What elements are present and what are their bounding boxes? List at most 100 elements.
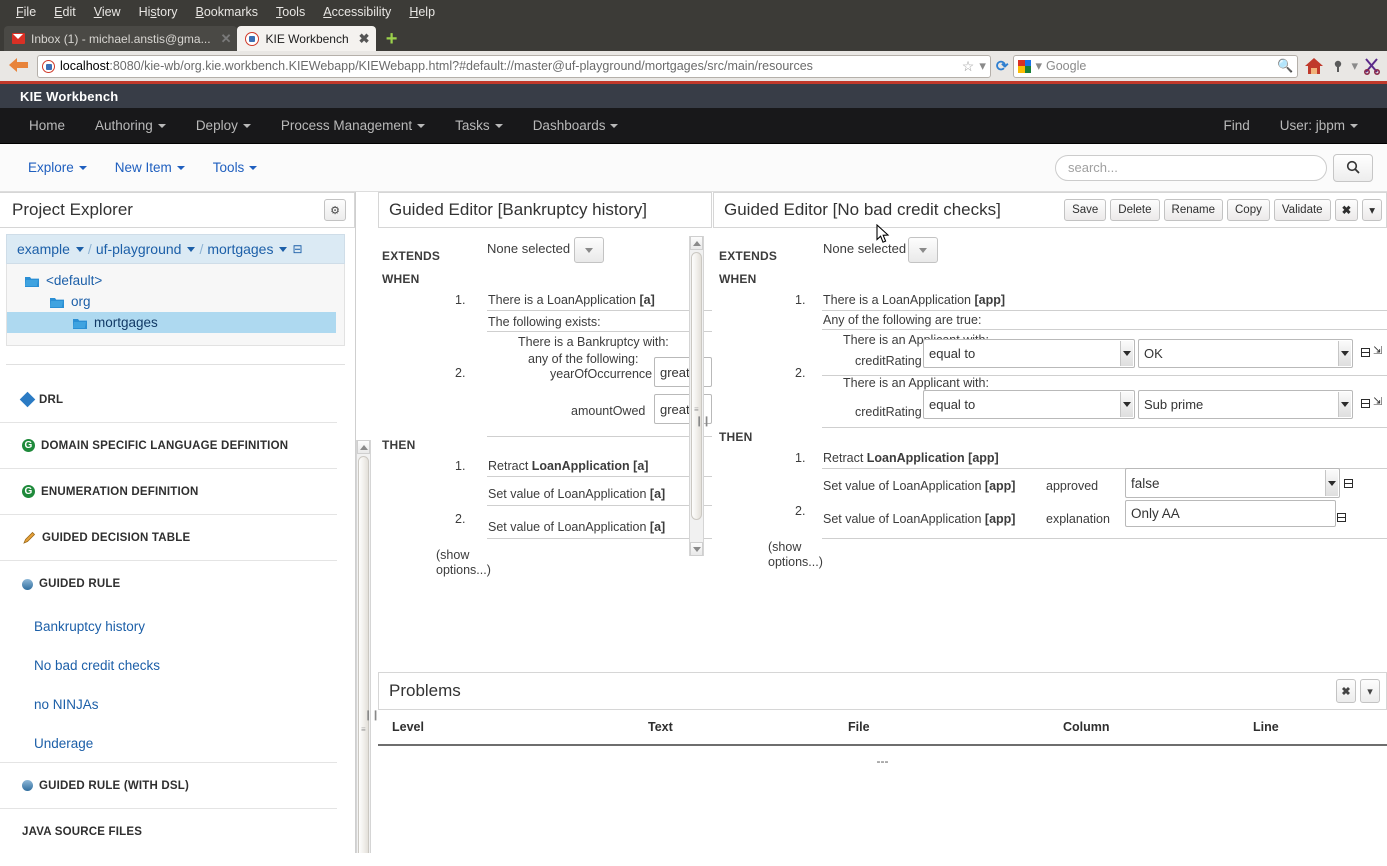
chevron-down-icon[interactable]: ▾ [1360, 679, 1380, 703]
tree-item-org[interactable]: org [7, 291, 344, 312]
close-icon[interactable]: ✖ [1335, 199, 1359, 221]
explorer-scrollbar[interactable]: ≡ [356, 440, 371, 853]
nav-item-dashboards[interactable]: Dashboards [518, 108, 634, 143]
editor-left-splitter[interactable]: ❙❙ [695, 416, 710, 427]
constraint-icon[interactable] [1361, 399, 1370, 408]
copy-button[interactable]: Copy [1227, 199, 1270, 221]
reload-icon[interactable]: ⟳ [996, 57, 1009, 75]
delete-button[interactable]: Delete [1110, 199, 1159, 221]
browser-search-input[interactable]: ▾ Google 🔍 [1013, 55, 1298, 78]
close-icon[interactable]: ✖ [1336, 679, 1356, 703]
file-item-bankruptcy-history[interactable]: Bankruptcy history [0, 607, 355, 646]
constraint-icon[interactable] [1361, 348, 1370, 357]
show-options-link[interactable]: (showoptions...) [768, 540, 830, 570]
search-input[interactable] [1055, 155, 1327, 181]
menu-accessibility[interactable]: Accessibility [315, 3, 399, 21]
toolbar-item-new-item[interactable]: New Item [101, 160, 199, 175]
menu-tools[interactable]: Tools [268, 3, 313, 21]
chevron-down-icon[interactable]: ▾ [1362, 199, 1382, 221]
show-options-link[interactable]: (showoptions...) [436, 548, 496, 578]
chevron-down-icon[interactable] [1338, 392, 1351, 417]
when-operator-1[interactable]: equal to [923, 339, 1135, 368]
collapse-icon[interactable]: ⊟ [292, 242, 302, 256]
when-value-1[interactable]: OK [1138, 339, 1353, 368]
breadcrumb-item-uf-playground[interactable]: uf-playground [96, 241, 182, 257]
then-value-approved[interactable]: false [1125, 468, 1340, 498]
extends-dropdown-button[interactable] [908, 237, 938, 263]
category-enumeration-definition[interactable]: G ENUMERATION DEFINITION [0, 469, 337, 515]
menu-help[interactable]: Help [401, 3, 443, 21]
add-constraint-icon[interactable]: ⇲ [1373, 397, 1382, 408]
close-icon[interactable]: ✖ [359, 31, 370, 47]
chevron-down-icon[interactable] [187, 247, 195, 252]
scroll-up-button[interactable] [690, 236, 703, 250]
scroll-up-button[interactable] [357, 440, 370, 454]
plugin-icon[interactable] [1330, 58, 1346, 74]
new-tab-button[interactable]: + [382, 29, 402, 49]
chevron-down-icon[interactable] [279, 247, 287, 252]
nav-item-find[interactable]: Find [1208, 108, 1264, 143]
chevron-down-icon[interactable] [1120, 341, 1133, 366]
home-icon[interactable] [1303, 56, 1325, 76]
menu-bookmarks[interactable]: Bookmarks [188, 3, 267, 21]
category-drl[interactable]: DRL [0, 377, 337, 423]
add-constraint-icon[interactable]: ⇲ [1373, 346, 1382, 357]
scrollbar-thumb[interactable]: ≡ [358, 456, 369, 853]
browser-tab-kie[interactable]: KIE Workbench ✖ [237, 26, 375, 51]
breadcrumb-item-example[interactable]: example [17, 241, 70, 257]
toolbar-item-tools[interactable]: Tools [199, 160, 272, 175]
scroll-down-button[interactable] [690, 542, 703, 556]
tree-item-default[interactable]: <default> [7, 270, 344, 291]
nav-item-user[interactable]: User: jbpm [1265, 108, 1373, 143]
when-operator-2[interactable]: equal to [923, 390, 1135, 419]
nav-item-home[interactable]: Home [14, 108, 80, 143]
category-java-source-files[interactable]: JAVA SOURCE FILES [0, 809, 337, 853]
toolbar-item-explore[interactable]: Explore [14, 160, 101, 175]
breadcrumb-item-mortgages[interactable]: mortgages [207, 241, 273, 257]
category-dsl-definition[interactable]: G DOMAIN SPECIFIC LANGUAGE DEFINITION [0, 423, 337, 469]
chevron-down-icon[interactable] [1120, 392, 1133, 417]
url-input[interactable]: localhost:8080/kie-wb/org.kie.workbench.… [37, 55, 991, 78]
nav-item-deploy[interactable]: Deploy [181, 108, 266, 143]
chevron-down-icon[interactable] [1325, 470, 1338, 496]
search-button[interactable] [1333, 154, 1373, 182]
extends-dropdown-button[interactable] [574, 237, 604, 263]
menu-view[interactable]: View [86, 3, 129, 21]
file-item-no-bad-credit-checks[interactable]: No bad credit checks [0, 646, 355, 685]
guided-rule-icon [22, 780, 33, 791]
validate-button[interactable]: Validate [1274, 199, 1331, 221]
menu-edit[interactable]: Edit [46, 3, 84, 21]
menu-file[interactable]: File [8, 3, 44, 21]
nav-item-authoring[interactable]: Authoring [80, 108, 181, 143]
nav-item-process-management[interactable]: Process Management [266, 108, 440, 143]
then-value-explanation[interactable]: Only AA [1125, 500, 1336, 527]
tree-item-mortgages[interactable]: mortgages [7, 312, 336, 333]
chevron-down-icon[interactable]: ▾ [979, 58, 986, 74]
constraint-icon[interactable] [1337, 513, 1346, 522]
chevron-down-icon[interactable]: ▾ [1351, 58, 1358, 74]
file-item-no-ninjas[interactable]: no NINJAs [0, 685, 355, 724]
search-icon[interactable]: 🔍 [1277, 58, 1293, 74]
constraint-icon[interactable] [1344, 479, 1353, 488]
bookmark-star-icon[interactable]: ☆ [962, 58, 975, 75]
rename-button[interactable]: Rename [1164, 199, 1223, 221]
chevron-down-icon[interactable] [1338, 341, 1351, 366]
gear-icon[interactable]: ⚙ [324, 199, 346, 221]
chevron-down-icon[interactable] [76, 247, 84, 252]
scrollbar-thumb[interactable]: ≡ [691, 252, 702, 520]
explorer-splitter[interactable]: ❙❙ [364, 710, 379, 721]
when-value-2[interactable]: Sub prime [1138, 390, 1353, 419]
nav-item-tasks[interactable]: Tasks [440, 108, 518, 143]
category-guided-decision-table[interactable]: GUIDED DECISION TABLE [0, 515, 337, 561]
save-button[interactable]: Save [1064, 199, 1106, 221]
close-icon[interactable]: ✕ [221, 31, 232, 47]
back-arrow-icon[interactable] [6, 55, 32, 77]
menu-history[interactable]: History [131, 3, 186, 21]
category-guided-rule-with-dsl[interactable]: GUIDED RULE (WITH DSL) [0, 763, 337, 809]
editor-left-scrollbar[interactable]: ≡ [689, 236, 704, 556]
category-guided-rule[interactable]: GUIDED RULE [0, 561, 337, 607]
file-item-underage[interactable]: Underage [0, 724, 337, 763]
scissors-icon[interactable] [1363, 57, 1381, 75]
browser-tab-inbox[interactable]: Inbox (1) - michael.anstis@gma... ✕ [4, 26, 237, 51]
chevron-down-icon[interactable]: ▾ [1035, 58, 1042, 74]
